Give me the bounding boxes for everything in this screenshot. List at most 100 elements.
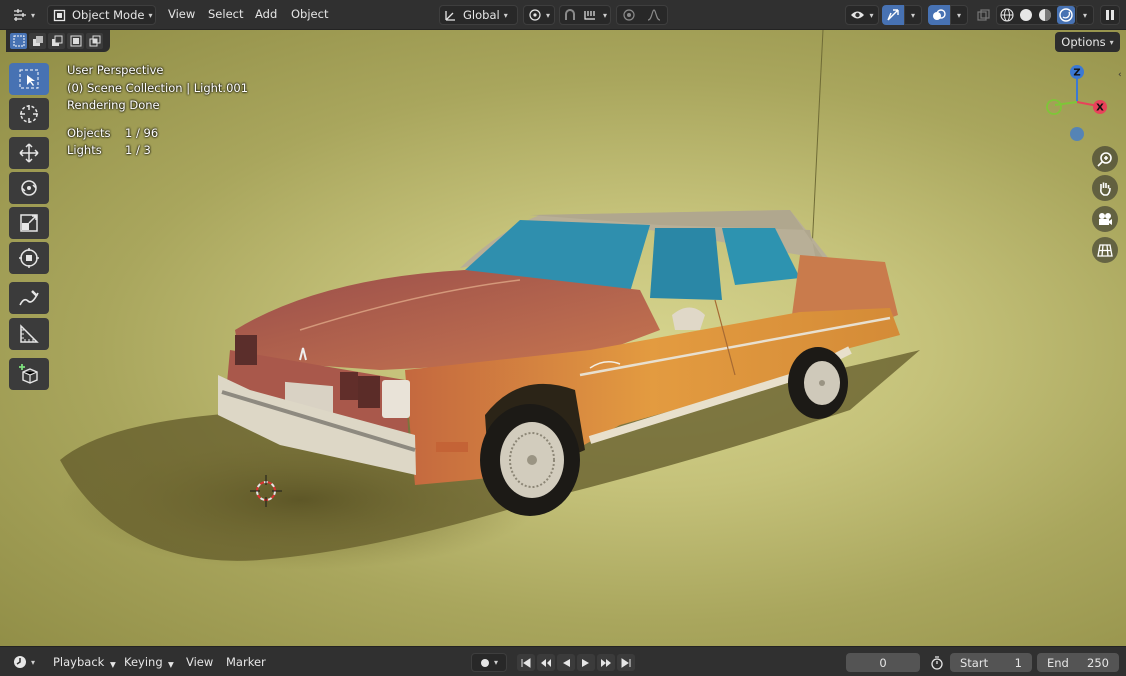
annotate-icon <box>19 290 39 306</box>
end-frame-field[interactable]: End 250 <box>1037 653 1119 672</box>
viewport-header: ▾ Object Mode ▾ View Select Add Object Gl… <box>0 0 1126 30</box>
jump-end-icon <box>621 657 631 668</box>
stats-lights-label: Lights <box>67 143 102 157</box>
tool-scale[interactable] <box>9 207 49 239</box>
select-subtract-icon[interactable] <box>48 33 65 49</box>
select-new-icon[interactable] <box>10 33 27 49</box>
gizmo-x-label: X <box>1096 103 1104 114</box>
pan-button[interactable] <box>1092 175 1118 201</box>
current-frame-value: 0 <box>879 655 887 670</box>
tool-transform[interactable] <box>9 242 49 274</box>
visibility-icon <box>851 11 865 19</box>
blender-window: ▾ Object Mode ▾ View Select Add Object Gl… <box>0 0 1126 676</box>
solid-shading-icon[interactable] <box>1019 8 1033 22</box>
viewport-render <box>60 30 920 570</box>
transform-orientation-dropdown[interactable]: Global ▾ <box>439 5 518 25</box>
tool-move[interactable] <box>9 137 49 169</box>
viewport-status: Rendering Done <box>67 98 160 112</box>
shading-group <box>996 5 1078 25</box>
gizmo-toggle[interactable] <box>882 5 904 25</box>
sidebar-toggle-icon[interactable]: ‹ <box>1118 70 1122 80</box>
pause-icon <box>1106 10 1114 20</box>
camera-icon <box>1099 213 1112 225</box>
start-label: Start <box>960 655 989 670</box>
menu-add[interactable]: Add <box>255 7 277 21</box>
end-label: End <box>1047 655 1069 670</box>
mode-label: Object Mode <box>72 8 145 22</box>
overlay-dropdown[interactable]: ▾ <box>950 5 968 25</box>
scale-icon <box>20 214 38 232</box>
select-intersect-icon[interactable] <box>86 33 103 49</box>
pivot-point-icon <box>529 9 541 21</box>
play-button[interactable] <box>577 654 595 671</box>
3d-viewport[interactable]: User Perspective (0) Scene Collection | … <box>0 30 1126 646</box>
jump-start-button[interactable] <box>517 654 535 671</box>
wireframe-shading-icon[interactable] <box>999 8 1014 22</box>
current-frame-field[interactable]: 0 <box>846 653 920 672</box>
rendered-shading-button[interactable] <box>1056 6 1075 24</box>
shading-dropdown[interactable]: ▾ <box>1076 5 1094 25</box>
start-frame-field[interactable]: Start 1 <box>950 653 1032 672</box>
camera-view-button[interactable] <box>1092 206 1118 232</box>
gizmo-dropdown[interactable]: ▾ <box>904 5 922 25</box>
end-value: 250 <box>1087 655 1109 670</box>
options-dropdown[interactable]: Options ▾ <box>1055 32 1120 52</box>
record-icon <box>480 658 489 667</box>
mode-dropdown[interactable]: Object Mode ▾ <box>47 5 156 25</box>
pivot-point-dropdown[interactable]: ▾ <box>523 5 555 25</box>
menu-object[interactable]: Object <box>291 7 328 21</box>
add-cube-icon <box>19 364 38 384</box>
pause-render-button[interactable] <box>1100 5 1120 25</box>
next-keyframe-button[interactable] <box>597 654 615 671</box>
xray-toggle[interactable] <box>973 5 993 25</box>
transform-icon <box>19 248 39 268</box>
play-icon <box>582 658 589 667</box>
clock-icon <box>13 656 26 668</box>
timeline-editor-type[interactable]: ▾ <box>8 652 40 672</box>
tool-add-cube[interactable] <box>9 358 49 390</box>
ortho-toggle-button[interactable] <box>1092 237 1118 263</box>
material-shading-icon[interactable] <box>1038 8 1052 22</box>
proportional-editing-icon[interactable] <box>623 9 635 21</box>
tool-rotate[interactable] <box>9 172 49 204</box>
select-invert-icon[interactable] <box>67 33 84 49</box>
overlay-toggle[interactable] <box>928 5 950 25</box>
gizmo-neg-z-axis[interactable] <box>1070 127 1084 141</box>
zoom-button[interactable] <box>1092 146 1118 172</box>
stats-lights-value: 1 / 3 <box>125 143 151 157</box>
timeline-header: ▾ Playback ▾ Keying ▾ View Marker ▾ 0 Star… <box>0 646 1126 676</box>
select-extend-icon[interactable] <box>29 33 46 49</box>
prev-keyframe-icon <box>541 658 551 667</box>
jump-end-button[interactable] <box>617 654 635 671</box>
zoom-icon <box>1097 152 1112 167</box>
navigation-gizmo[interactable]: Z X <box>1042 64 1112 144</box>
snap-group[interactable]: ▾ <box>559 5 611 25</box>
transform-orientation-icon <box>445 10 455 21</box>
menu-playback[interactable]: Playback <box>53 655 104 669</box>
move-icon <box>19 143 39 163</box>
tool-cursor[interactable] <box>9 98 49 130</box>
tool-select-box[interactable] <box>9 63 49 95</box>
tool-measure[interactable] <box>9 318 49 350</box>
object-mode-icon <box>53 9 66 21</box>
editor-type-icon[interactable]: ▾ <box>8 5 40 25</box>
gizmo-neg-y-axis[interactable] <box>1046 99 1062 115</box>
stats-objects-value: 1 / 96 <box>125 126 159 140</box>
menu-marker[interactable]: Marker <box>226 655 266 669</box>
falloff-icon[interactable] <box>647 9 661 21</box>
jump-start-icon <box>521 657 531 668</box>
menu-timeline-view[interactable]: View <box>186 655 213 669</box>
menu-keying[interactable]: Keying <box>124 655 163 669</box>
menu-select[interactable]: Select <box>208 7 243 21</box>
tool-annotate[interactable] <box>9 282 49 314</box>
snap-target-icon[interactable] <box>583 8 597 22</box>
preview-range-toggle[interactable] <box>927 653 947 673</box>
snap-icon[interactable] <box>563 8 577 22</box>
options-label: Options <box>1061 35 1106 49</box>
play-reverse-button[interactable] <box>557 654 575 671</box>
auto-keying-toggle[interactable]: ▾ <box>471 653 507 672</box>
prev-keyframe-button[interactable] <box>537 654 555 671</box>
visibility-dropdown[interactable]: ▾ <box>845 5 879 25</box>
proportional-group[interactable] <box>616 5 668 25</box>
menu-view[interactable]: View <box>168 7 195 21</box>
